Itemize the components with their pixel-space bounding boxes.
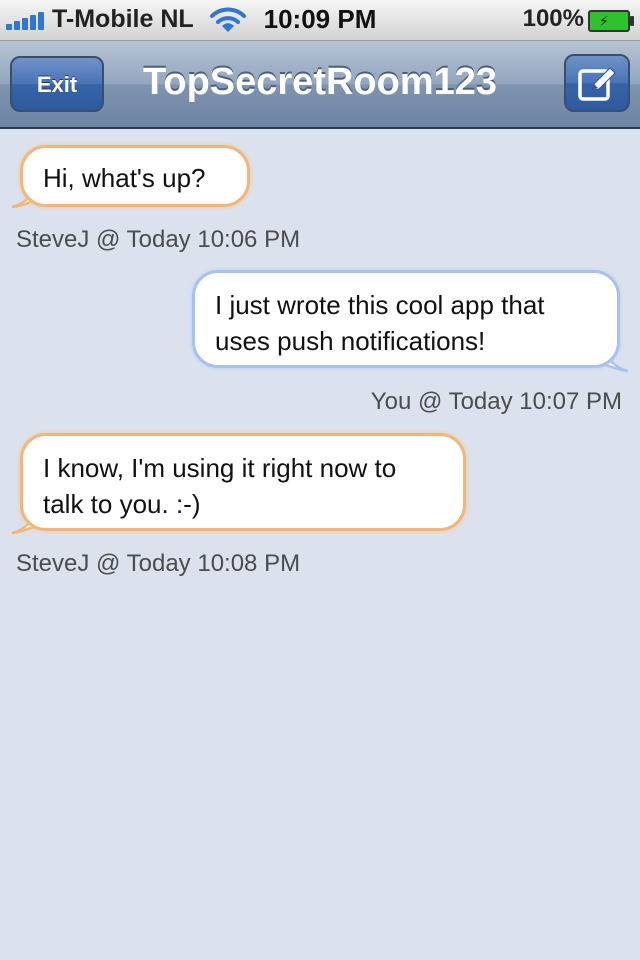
exit-button[interactable]: Exit bbox=[10, 56, 104, 112]
message-text: uses push notifications! bbox=[215, 326, 486, 356]
message-bubble-outgoing[interactable]: I just wrote this cool app that uses pus… bbox=[192, 270, 620, 368]
message-meta: SteveJ @ Today 10:08 PM bbox=[16, 550, 301, 577]
navigation-bar: Exit TopSecretRoom123 bbox=[0, 41, 640, 129]
message-bubble-incoming[interactable]: I know, I'm using it right now to talk t… bbox=[20, 433, 466, 531]
room-title: TopSecretRoom123 bbox=[142, 61, 498, 103]
battery-charging-icon: ⚡ bbox=[588, 10, 634, 32]
compose-button[interactable] bbox=[564, 54, 630, 112]
message-text: I know, I'm using it right now to bbox=[43, 453, 397, 483]
message-bubble-incoming[interactable]: Hi, what's up? bbox=[20, 145, 250, 207]
battery-percentage: 100% bbox=[522, 5, 584, 32]
message-text: talk to you. :-) bbox=[43, 489, 201, 519]
compose-icon bbox=[578, 67, 616, 101]
message-text: I just wrote this cool app that bbox=[215, 290, 545, 320]
status-bar: T-Mobile NL 10:09 PM 100% ⚡ bbox=[0, 0, 640, 41]
message-text: Hi, what's up? bbox=[43, 163, 206, 193]
message-meta: SteveJ @ Today 10:06 PM bbox=[16, 226, 301, 253]
message-meta: You @ Today 10:07 PM bbox=[370, 388, 622, 415]
